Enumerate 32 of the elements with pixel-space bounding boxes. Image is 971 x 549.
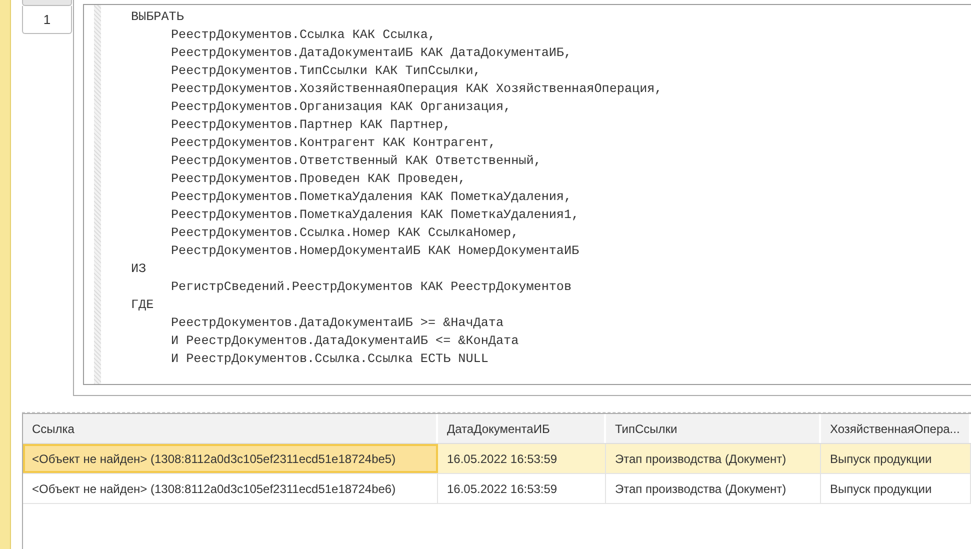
code-line: И РеестрДокументов.ДатаДокументаИБ <= &КонДата (170, 333, 520, 350)
code-line: ИЗ (131, 261, 148, 278)
table-cell: Выпуск продукции (821, 444, 971, 473)
code-line: И РеестрДокументов.Ссылка.Ссылка ЕСТЬ NULL (170, 351, 490, 368)
table-row[interactable]: <Объект не найден> (1308:8112a0d3c105ef2311ecd51e18724be6) 16.05.2022 16:53:59 Этап производства (Документ) Выпуск продукции (23, 474, 971, 504)
tab[interactable]: 1 (22, 6, 72, 34)
code-line: РеестрДокументов.ДатаДокументаИБ >= &НачДата (170, 315, 505, 332)
code-line: ВЫБРАТЬ (131, 9, 185, 26)
code-line: РеестрДокументов.Ссылка КАК Ссылка, (170, 27, 437, 44)
code-line: ГДЕ (131, 297, 155, 314)
table-cell: <Объект не найден> (1308:8112a0d3c105ef2311ecd51e18724be5) (23, 444, 438, 473)
table-cell: 16.05.2022 16:53:59 (438, 474, 606, 503)
code-line: РеестрДокументов.Ссылка.Номер КАК СсылкаНомер, (170, 225, 520, 242)
table-cell: Этап производства (Документ) (606, 474, 821, 503)
table-cell: 16.05.2022 16:53:59 (438, 444, 606, 473)
code-line: РеестрДокументов.ПометкаУдаления КАК ПометкаУдаления, (170, 189, 573, 206)
code-line: РеестрДокументов.Контрагент КАК Контрагент, (170, 135, 497, 152)
code-line: РеестрДокументов.ХозяйственнаяОперация КАК ХозяйственнаяОперация, (170, 81, 662, 98)
table-cell: <Объект не найден> (1308:8112a0d3c105ef2311ecd51e18724be6) (23, 474, 438, 503)
code-editor[interactable] (83, 4, 971, 385)
table-row[interactable]: <Объект не найден> (1308:8112a0d3c105ef2311ecd51e18724be5) 16.05.2022 16:53:59 Этап производства (Документ) Выпуск продукции (23, 444, 971, 474)
code-line: РеестрДокументов.ПометкаУдаления КАК ПометкаУдаления1, (170, 207, 580, 224)
code-line: РеестрДокументов.Проведен КАК Проведен, (170, 171, 467, 188)
code-line: РеестрДокументов.Партнер КАК Партнер, (170, 117, 452, 134)
code-line: РеестрДокументов.ТипСсылки КАК ТипСсылки, (170, 63, 482, 80)
code-line: РегистрСведений.РеестрДокументов КАК РеестрДокументов (170, 279, 573, 296)
code-line: РеестрДокументов.Организация КАК Организация, (170, 99, 512, 116)
code-line: РеестрДокументов.Ответственный КАК Ответственный, (170, 153, 542, 170)
table-cell: Выпуск продукции (821, 474, 971, 503)
table-cell: Этап производства (Документ) (606, 444, 821, 473)
code-line: РеестрДокументов.НомерДокументаИБ КАК НомерДокументаИБ (170, 243, 580, 260)
code-line: РеестрДокументов.ДатаДокументаИБ КАК ДатаДокументаИБ, (170, 45, 573, 62)
